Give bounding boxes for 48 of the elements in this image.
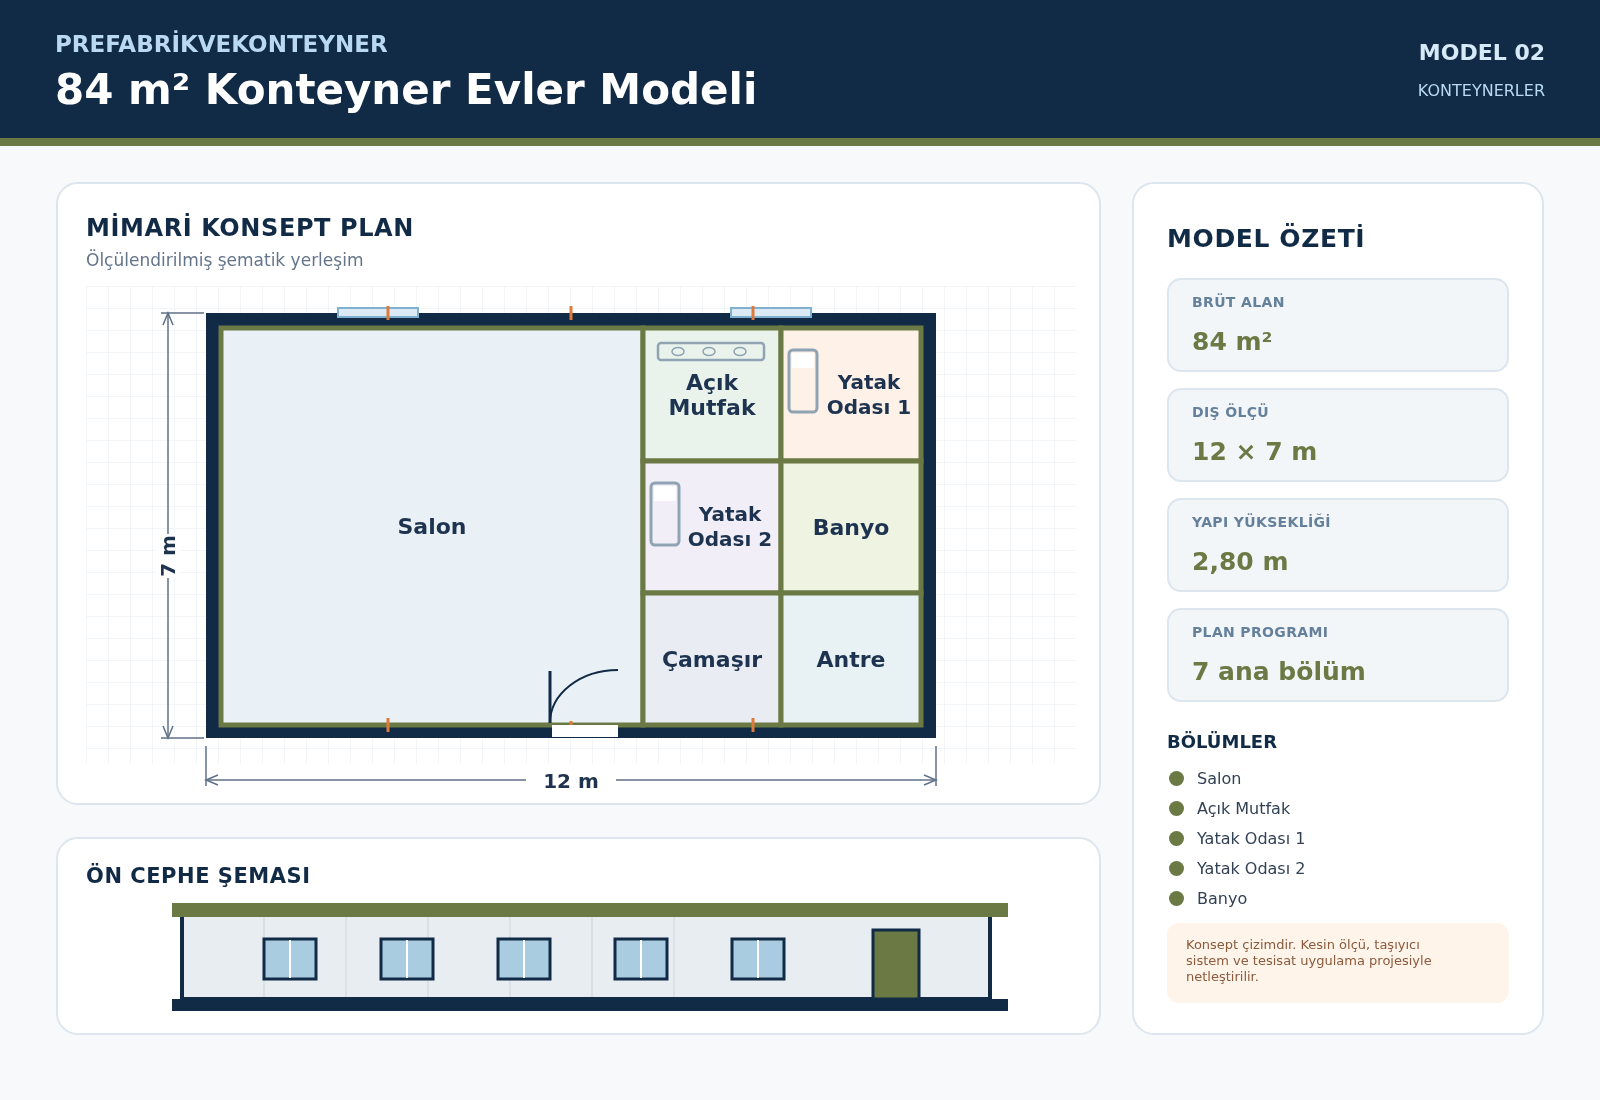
window-icon (337, 306, 419, 318)
room-label: Banyo (812, 514, 890, 539)
bed-icon (787, 348, 819, 413)
door-icon (548, 668, 619, 724)
room-label: Açık Mutfak (667, 369, 757, 419)
column-mark (751, 305, 755, 320)
category-label: KONTEYNERLER (1417, 79, 1545, 102)
sections-title: BÖLÜMLER (1167, 729, 1278, 754)
room-label: Salon (397, 513, 467, 539)
bullet-icon (1169, 861, 1184, 876)
stat-label: BRÜT ALAN (1192, 292, 1286, 312)
stat-value: 2,80 m (1192, 545, 1290, 578)
stat-label: DIŞ ÖLÇÜ (1192, 402, 1271, 422)
bullet-icon (1169, 891, 1184, 906)
bed-icon (649, 481, 681, 546)
section-title: MİMARİ KONSEPT PLAN (86, 212, 415, 244)
stat-label: PLAN PROGRAMI (1192, 622, 1330, 642)
section-item: Banyo (1197, 888, 1248, 909)
bullet-icon (1169, 801, 1184, 816)
section-item: Yatak Odası 1 (1197, 828, 1306, 849)
room-label: Yatak Odası 1 (825, 369, 913, 419)
width-label: 12 m (543, 768, 599, 793)
column-mark (751, 717, 755, 732)
column-mark (386, 305, 390, 320)
stat-value: 12 × 7 m (1192, 435, 1319, 468)
column-mark (569, 305, 573, 320)
column-mark (386, 717, 390, 732)
bullet-icon (1169, 771, 1184, 786)
room-label: Yatak Odası 2 (686, 501, 774, 552)
stat-value: 84 m² (1192, 325, 1274, 358)
height-label: 7 m (156, 534, 180, 577)
page-title: 84 m² Konteyner Evler Modeli (55, 67, 758, 114)
section-item: Yatak Odası 2 (1197, 858, 1306, 879)
section-title: ÖN CEPHE ŞEMASI (86, 862, 312, 890)
stat-value: 7 ana bölüm (1192, 655, 1367, 688)
window-icon (730, 306, 812, 318)
model-number: MODEL 02 (1418, 38, 1545, 67)
bullet-icon (1169, 831, 1184, 846)
summary-title: MODEL ÖZETİ (1167, 222, 1367, 255)
note-box: Konsept çizimdir. Kesin ölçü, taşıyıcı sistem ve tesisat uygulama projesiyle netleştirilir. (1167, 923, 1509, 1003)
room-label: Antre (816, 646, 886, 671)
section-subtitle: Ölçülendirilmiş şematik yerleşim (86, 248, 365, 272)
brand-name: PREFABRİKVEKONTEYNER (55, 29, 389, 59)
room-label: Çamaşır (661, 646, 763, 671)
section-item: Salon (1197, 768, 1242, 789)
stat-label: YAPI YÜKSEKLİĞİ (1192, 512, 1332, 532)
section-item: Açık Mutfak (1197, 798, 1291, 819)
stove-icon (656, 341, 766, 361)
